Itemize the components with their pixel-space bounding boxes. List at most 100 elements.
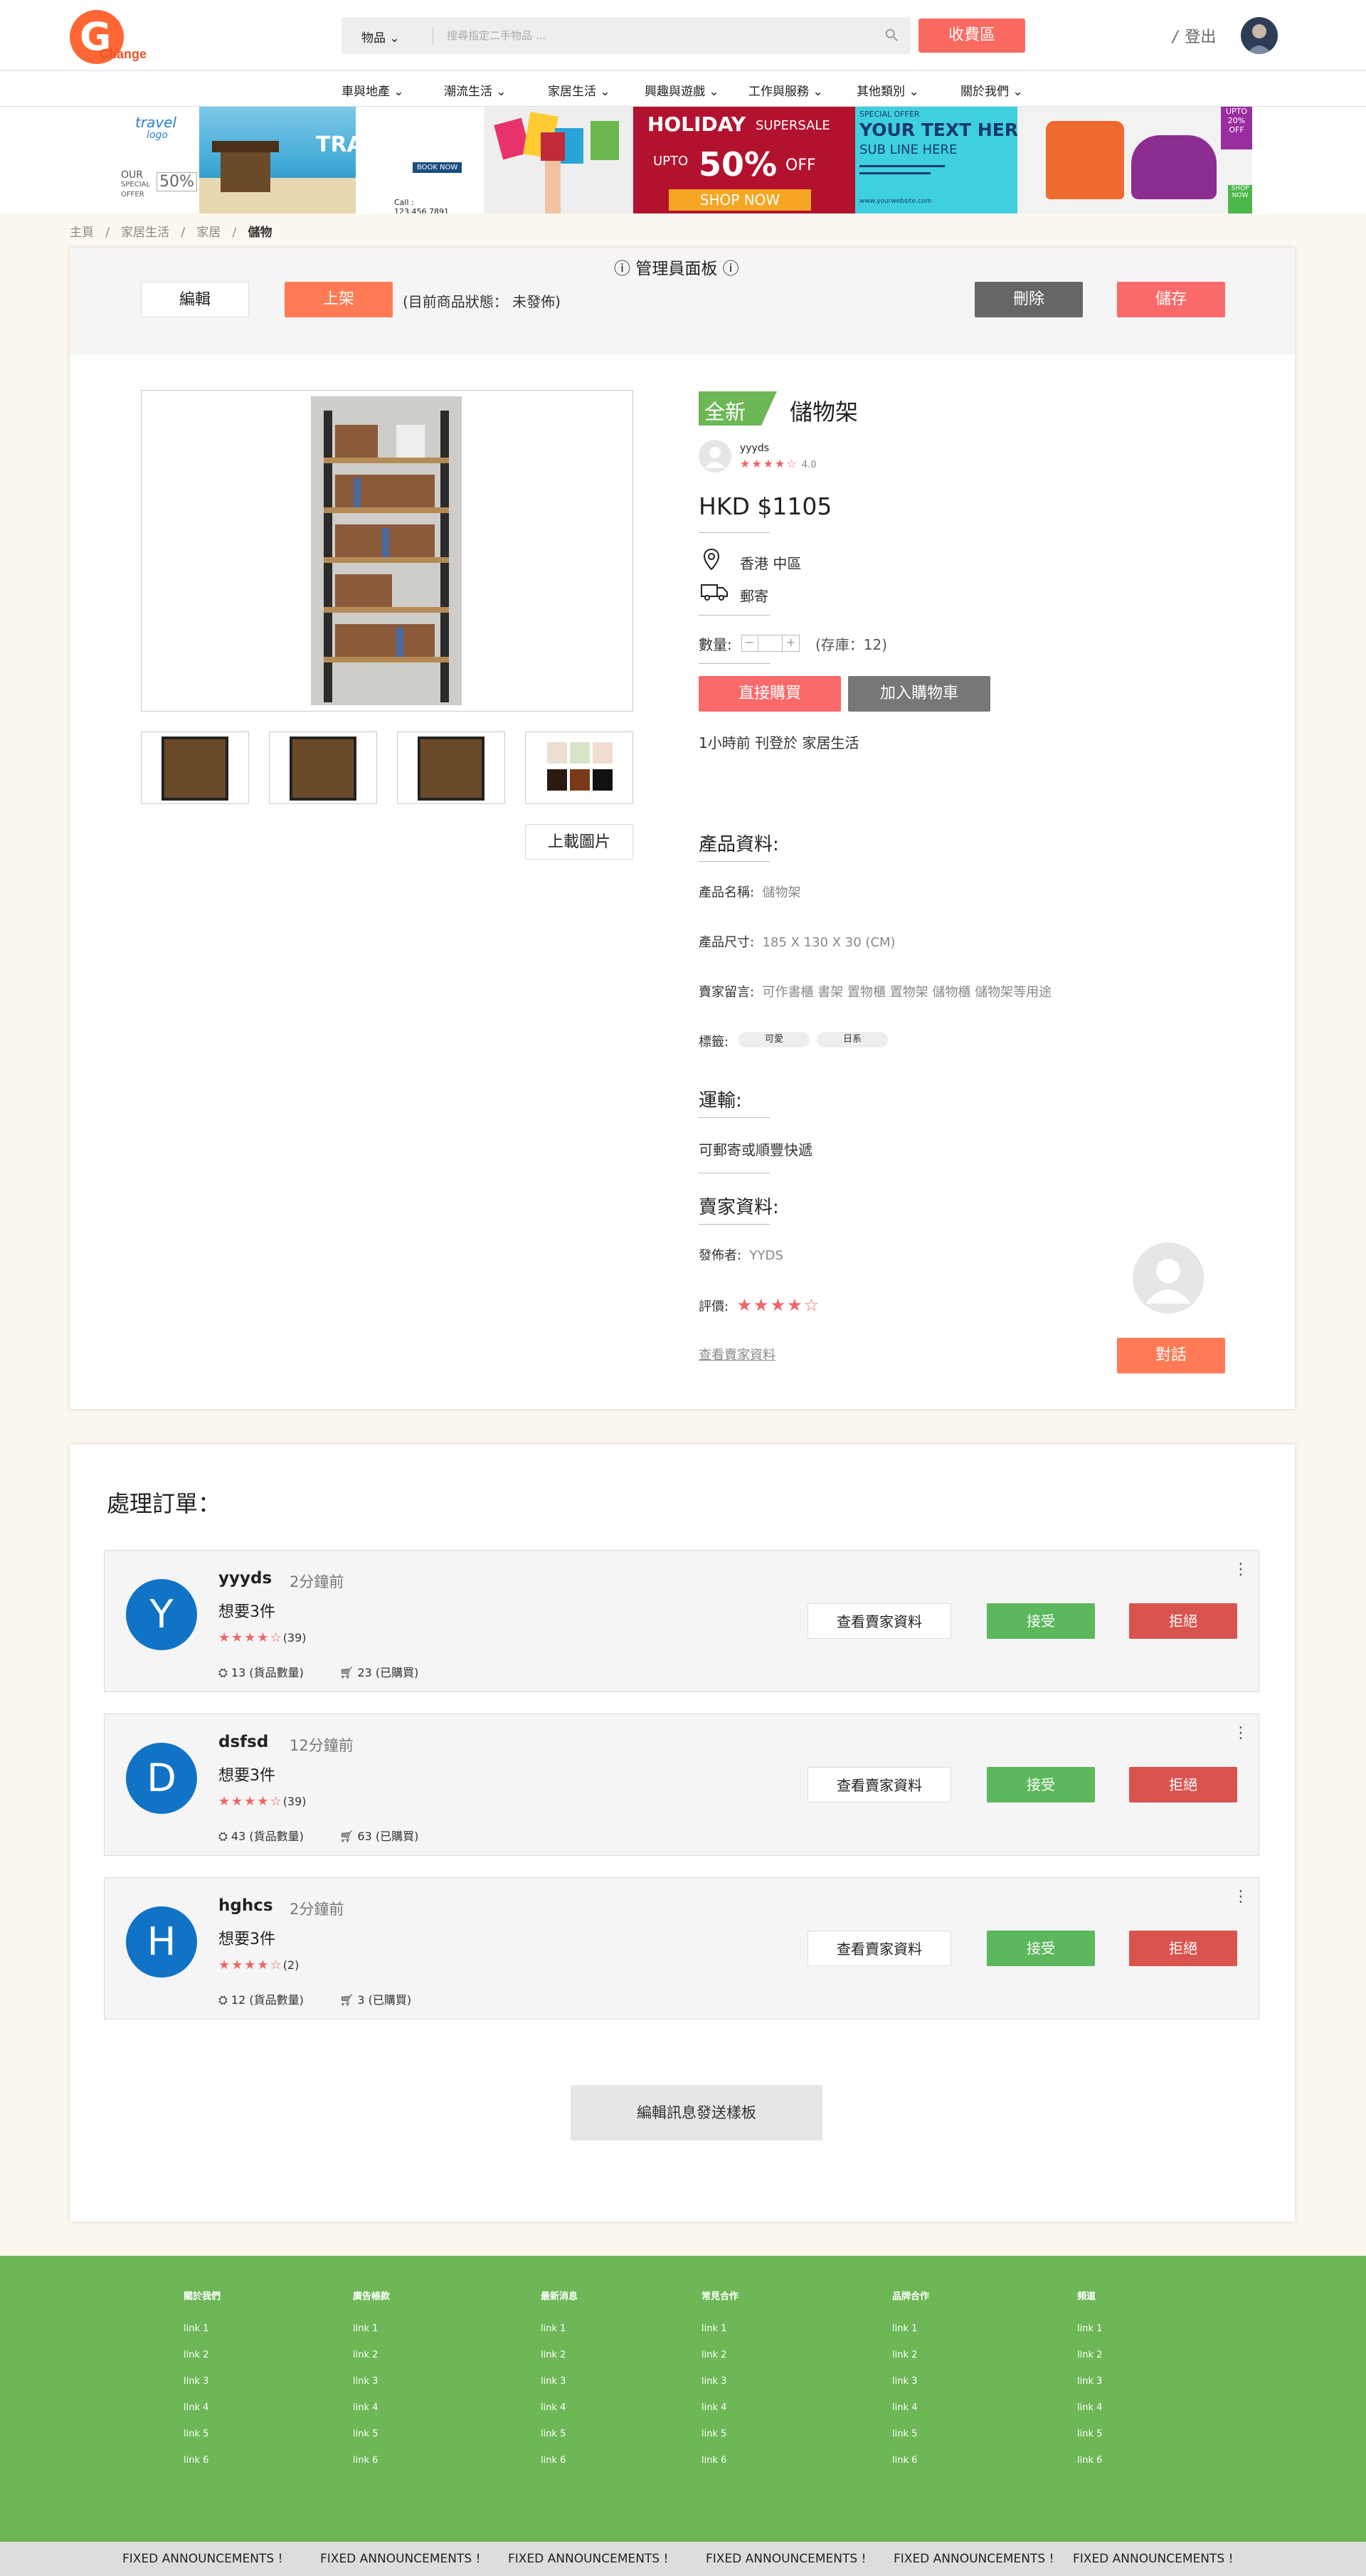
footer-link[interactable]: link 6 [892,2455,929,2466]
search-input[interactable]: 搜尋指定二手物品 ... [447,28,546,43]
footer-link[interactable]: link 2 [541,2350,578,2360]
nav-item-other[interactable]: 其他類別 ⌄ [857,81,919,99]
footer-link[interactable]: link 5 [1077,2429,1102,2439]
more-options-icon[interactable]: ⋮ [1233,1724,1249,1742]
footer-link[interactable]: link 3 [701,2376,738,2387]
minus-button[interactable]: − [745,635,754,649]
buyer-avatar[interactable]: H [126,1906,197,1978]
buyer-name[interactable]: dsfsd [218,1733,268,1751]
nav-item-fashion[interactable]: 潮流生活 ⌄ [444,81,507,99]
user-avatar[interactable] [1241,17,1278,54]
tag-chip[interactable]: 可愛 [738,1032,810,1047]
plus-button[interactable]: + [786,635,795,649]
footer-link[interactable]: link 4 [1077,2402,1102,2413]
footer-link[interactable]: link 2 [184,2350,221,2360]
chat-button[interactable]: 對話 [1117,1338,1225,1373]
seller-name[interactable]: yyyds [740,443,769,454]
tag-chip[interactable]: 日系 [817,1032,888,1047]
footer-link[interactable]: link 5 [184,2429,221,2439]
nav-item-about[interactable]: 關於我們 ⌄ [960,81,1023,99]
footer-link[interactable]: link 6 [1077,2455,1102,2466]
footer-link[interactable]: link 5 [353,2429,390,2439]
footer-link[interactable]: link 4 [353,2402,390,2413]
reject-button[interactable]: 拒絕 [1129,1603,1237,1639]
footer-link[interactable]: link 2 [353,2350,390,2360]
accept-button[interactable]: 接受 [987,1931,1095,1966]
footer-link[interactable]: link 4 [541,2402,578,2413]
seller-avatar[interactable] [699,440,731,473]
logout-link[interactable]: / 登出 [1172,24,1216,47]
goods-count: ⛭ 12 (貨品數量) [218,1993,304,2007]
thumbnail-1[interactable] [141,732,249,804]
nav-item-home[interactable]: 家居生活 ⌄ [548,81,610,99]
search-icon[interactable] [884,27,899,43]
main-product-image[interactable] [141,390,633,712]
footer-link[interactable]: link 5 [541,2429,578,2439]
buyer-avatar[interactable]: Y [126,1579,197,1650]
footer-link[interactable]: link 6 [541,2455,578,2466]
site-logo[interactable]: G Change [70,10,155,67]
footer-link[interactable]: link 3 [892,2376,929,2387]
buyer-name[interactable]: hghcs [218,1896,273,1915]
collect-area-button[interactable]: 收費區 [918,19,1025,53]
footer-link[interactable]: link 3 [1077,2376,1102,2387]
reject-button[interactable]: 拒絕 [1129,1767,1237,1802]
footer-link[interactable]: link 2 [1077,2350,1102,2360]
footer-link[interactable]: link 1 [184,2323,221,2334]
footer-link[interactable]: link 6 [353,2455,390,2466]
delete-button[interactable]: 刪除 [975,282,1083,317]
edit-message-template-button[interactable]: 編輯訊息發送樣板 [571,2085,822,2140]
nav-item-hobbies[interactable]: 興趣與遊戲 ⌄ [645,81,719,99]
accept-button[interactable]: 接受 [987,1603,1095,1639]
goods-icon: ⛭ [218,1830,228,1843]
nav-item-cars[interactable]: 車與地產 ⌄ [342,81,404,99]
add-to-cart-button[interactable]: 加入購物車 [848,676,990,712]
buyer-rating: ★★★★☆(39) [218,1794,307,1809]
footer-link[interactable]: link 2 [892,2350,929,2360]
search-category-select[interactable]: 物品 ⌄ [361,28,400,46]
admin-panel: ⓘ 管理員面板 ⓘ 編輯 上架 (目前商品狀態： 未發佈) 刪除 儲存 [70,248,1295,354]
buyer-name[interactable]: yyyds [218,1569,272,1588]
breadcrumb-home[interactable]: 主頁 [70,226,94,240]
thumbnail-4[interactable] [525,732,633,804]
edit-button[interactable]: 編輯 [141,282,249,317]
footer-link[interactable]: link 1 [541,2323,578,2334]
more-options-icon[interactable]: ⋮ [1233,1561,1249,1578]
footer-link[interactable]: link 6 [701,2455,738,2466]
footer-link[interactable]: link 3 [184,2376,221,2387]
upload-image-button[interactable]: 上載圖片 [525,824,633,860]
seller-large-avatar[interactable] [1133,1242,1204,1314]
footer-link[interactable]: link 1 [353,2323,390,2334]
view-buyer-button[interactable]: 查看賣家資料 [808,1931,951,1966]
footer-link[interactable]: link 3 [353,2376,390,2387]
footer-link[interactable]: link 5 [892,2429,929,2439]
thumbnail-3[interactable] [397,732,505,804]
quantity-stepper[interactable]: − + [741,635,800,652]
footer-link[interactable]: link 6 [184,2455,221,2466]
footer-link[interactable]: link 4 [892,2402,929,2413]
breadcrumb-home-living[interactable]: 家居生活 [121,226,169,240]
footer-link[interactable]: link 1 [1077,2323,1102,2334]
banner-handbags: UPTO 20% OFF SHOP NOW [1017,107,1252,213]
accept-button[interactable]: 接受 [987,1767,1095,1802]
thumbnail-2[interactable] [269,732,377,804]
footer-link[interactable]: link 3 [541,2376,578,2387]
view-seller-link[interactable]: 查看賣家資料 [699,1345,775,1363]
buy-now-button[interactable]: 直接購買 [699,676,841,712]
footer-link[interactable]: link 1 [701,2323,738,2334]
footer-link[interactable]: link 4 [701,2402,738,2413]
footer-link[interactable]: link 4 [184,2402,221,2413]
view-buyer-button[interactable]: 查看賣家資料 [808,1767,951,1802]
publish-button[interactable]: 上架 [285,282,393,317]
reject-button[interactable]: 拒絕 [1129,1931,1237,1966]
ad-banner[interactable]: travel logo OUR SPECIAL OFFER 50% GREAT … [114,107,1252,213]
more-options-icon[interactable]: ⋮ [1233,1888,1249,1906]
buyer-avatar[interactable]: D [126,1743,197,1814]
save-button[interactable]: 儲存 [1117,282,1225,317]
footer-link[interactable]: link 2 [701,2350,738,2360]
footer-link[interactable]: link 1 [892,2323,929,2334]
nav-item-work[interactable]: 工作與服務 ⌄ [748,81,823,99]
footer-link[interactable]: link 5 [701,2429,738,2439]
view-buyer-button[interactable]: 查看賣家資料 [808,1603,951,1639]
breadcrumb-home-goods[interactable]: 家居 [196,226,221,240]
